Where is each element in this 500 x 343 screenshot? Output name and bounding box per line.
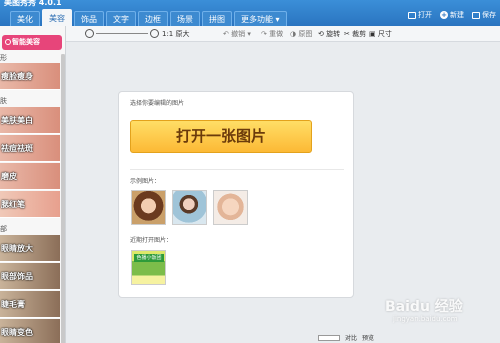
original-button[interactable]: ◑ 原图 xyxy=(290,29,312,39)
open-action[interactable]: 打开 xyxy=(408,10,432,20)
recent-images-label: 近期打开图片： xyxy=(130,237,173,244)
redo-label: 重做 xyxy=(269,30,284,38)
sidebar-item-mascara[interactable]: 睫毛膏 xyxy=(0,291,60,318)
recent-thumbnail[interactable]: 色播小饭团 xyxy=(131,250,166,285)
sidebar-item-label: 腮红笔 xyxy=(1,200,25,209)
watermark-logo: Baidu 经验 xyxy=(385,299,463,315)
sidebar-item-eye-enlarge[interactable]: 眼睛放大 xyxy=(0,235,60,262)
choose-image-label: 选择你要编辑的图片 xyxy=(130,100,185,107)
scrollbar-thumb[interactable] xyxy=(61,54,65,343)
save-icon xyxy=(472,11,480,19)
sample-images-label: 示例图片： xyxy=(130,178,161,185)
tab-text[interactable]: 文字 xyxy=(106,11,136,26)
sidebar-item-blush[interactable]: 腮红笔 xyxy=(0,191,60,218)
tab-frame[interactable]: 边框 xyxy=(138,11,168,26)
save-label: 保存 xyxy=(482,11,496,19)
tab-accessories[interactable]: 饰品 xyxy=(74,11,104,26)
main-tabs: 美化 美容 饰品 文字 边框 场景 拼图 更多功能 ▾ xyxy=(0,9,289,26)
footer-field xyxy=(318,334,340,341)
redo-button[interactable]: ↷ 重做 xyxy=(261,29,283,39)
sidebar-item-label: 眼睛放大 xyxy=(1,244,33,253)
sidebar-item-label: 瘦脸瘦身 xyxy=(1,72,33,81)
sidebar-scrollbar[interactable] xyxy=(61,54,65,343)
sidebar-item-label: 眼部饰品 xyxy=(1,272,33,281)
zoom-slider[interactable] xyxy=(96,33,148,34)
rotate-label: 旋转 xyxy=(326,30,341,38)
tab-cosmetic[interactable]: 美容 xyxy=(42,9,72,26)
smart-beauty-icon xyxy=(5,39,11,45)
sidebar-item-whiten[interactable]: 美肤美白 xyxy=(0,107,60,134)
crop-label: 裁剪 xyxy=(352,30,367,38)
preview-button[interactable]: 预览 xyxy=(362,333,374,342)
sidebar: 智能美容 形 瘦脸瘦身 肤 美肤美白 祛痘祛斑 磨皮 腮红笔 部 眼睛放大 眼部… xyxy=(0,26,66,343)
resize-label: 尺寸 xyxy=(377,30,392,38)
rotate-button[interactable]: ⟲ 旋转 xyxy=(318,29,340,39)
folder-icon xyxy=(408,11,416,19)
resize-button[interactable]: ▣ 尺寸 xyxy=(369,29,392,39)
smart-beauty-label: 智能美容 xyxy=(12,38,40,46)
tab-collage[interactable]: 拼图 xyxy=(202,11,232,26)
top-actions: 打开 + 新建 保存 xyxy=(408,10,496,20)
divider xyxy=(130,169,344,170)
tab-more-label: 更多功能 xyxy=(241,15,273,24)
sidebar-item-label: 睫毛膏 xyxy=(1,300,25,309)
undo-button[interactable]: ↶ 撤销 ▾ xyxy=(223,29,251,39)
sidebar-item-acne[interactable]: 祛痘祛斑 xyxy=(0,135,60,162)
app-title: 美图秀秀 4.0.1 xyxy=(4,0,62,7)
zoom-reset-button[interactable]: 1:1 原大 xyxy=(162,29,190,39)
sample-thumbnail[interactable] xyxy=(213,190,248,225)
open-label: 打开 xyxy=(418,11,432,19)
new-label: 新建 xyxy=(450,11,464,19)
watermark-url: jingyan.baidu.com xyxy=(393,315,458,323)
sample-thumbnail[interactable] xyxy=(172,190,207,225)
undo-label: 撤销 xyxy=(231,30,246,38)
sidebar-item-label: 眼睛变色 xyxy=(1,328,33,337)
save-action[interactable]: 保存 xyxy=(472,10,496,20)
tab-beautify[interactable]: 美化 xyxy=(10,11,40,26)
section-shape-label: 形 xyxy=(0,54,7,62)
sidebar-item-smooth[interactable]: 磨皮 xyxy=(0,163,60,190)
crop-button[interactable]: ✂ 裁剪 xyxy=(344,29,366,39)
zoom-out-icon[interactable] xyxy=(85,29,94,38)
sidebar-item-label: 美肤美白 xyxy=(1,116,33,125)
sidebar-item-slim[interactable]: 瘦脸瘦身 xyxy=(0,63,60,90)
top-bar: 美图秀秀 4.0.1 美化 美容 饰品 文字 边框 场景 拼图 更多功能 ▾ 打… xyxy=(0,0,500,26)
recent-thumbnail-text: 色播小饭团 xyxy=(134,254,164,262)
sidebar-item-label: 磨皮 xyxy=(1,172,17,181)
smart-beauty-button[interactable]: 智能美容 xyxy=(2,35,62,50)
tab-scene[interactable]: 场景 xyxy=(170,11,200,26)
new-action[interactable]: + 新建 xyxy=(440,10,464,20)
sidebar-item-label: 祛痘祛斑 xyxy=(1,144,33,153)
section-skin-label: 肤 xyxy=(0,97,7,105)
plus-icon: + xyxy=(440,11,448,19)
zoom-in-icon[interactable] xyxy=(150,29,159,38)
original-label: 原图 xyxy=(298,30,313,38)
sidebar-item-eye-color[interactable]: 眼睛变色 xyxy=(0,319,60,343)
footer-bar: 对比 预览 xyxy=(318,333,374,342)
sidebar-item-eye-accessory[interactable]: 眼部饰品 xyxy=(0,263,60,290)
sample-thumbnail[interactable] xyxy=(131,190,166,225)
open-image-button[interactable]: 打开一张图片 xyxy=(130,120,312,153)
section-eye-label: 部 xyxy=(0,225,7,233)
open-image-panel: 选择你要编辑的图片 打开一张图片 示例图片： 近期打开图片： 色播小饭团 xyxy=(118,91,354,298)
tab-more[interactable]: 更多功能 ▾ xyxy=(234,11,287,26)
edit-toolbar: 1:1 原大 ↶ 撤销 ▾ ↷ 重做 ◑ 原图 ⟲ 旋转 ✂ 裁剪 ▣ 尺寸 xyxy=(66,26,500,42)
compare-button[interactable]: 对比 xyxy=(345,333,357,342)
